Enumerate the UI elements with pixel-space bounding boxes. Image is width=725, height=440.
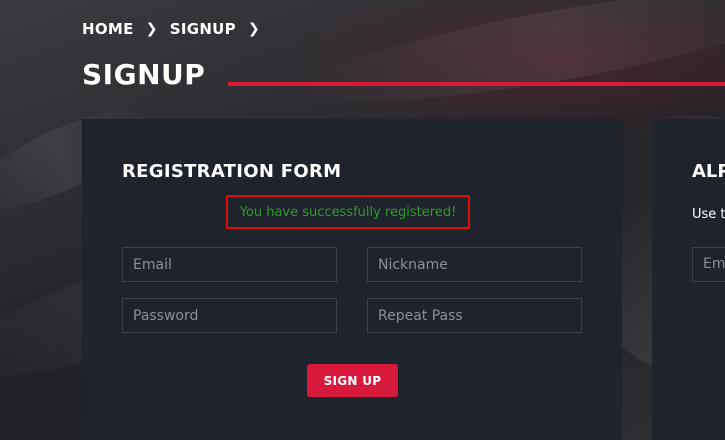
right-panel-text: Use t [692, 207, 725, 222]
page-title: SIGNUP [82, 58, 206, 91]
success-message: You have successfully registered! [239, 204, 457, 220]
signup-button[interactable]: SIGN UP [307, 364, 398, 397]
registration-form-title: REGISTRATION FORM [122, 161, 342, 182]
right-panel-email-field[interactable]: Ema [692, 247, 725, 282]
title-divider [228, 82, 725, 86]
chevron-right-icon: ❯ [145, 21, 158, 37]
email-field[interactable] [122, 247, 337, 282]
password-field[interactable] [122, 298, 337, 333]
success-message-box: You have successfully registered! [226, 195, 470, 229]
nickname-field[interactable] [367, 247, 582, 282]
breadcrumb-signup-link[interactable]: SIGNUP [170, 20, 236, 38]
breadcrumb-home-link[interactable]: HOME [82, 20, 134, 38]
right-panel: ALP Use t Ema [652, 119, 725, 440]
registration-panel: REGISTRATION FORM You have successfully … [82, 119, 622, 440]
chevron-right-icon: ❯ [247, 21, 260, 37]
repeat-password-field[interactable] [367, 298, 582, 333]
breadcrumb: HOME ❯ SIGNUP ❯ [82, 20, 262, 38]
right-panel-title: ALP [692, 161, 725, 182]
